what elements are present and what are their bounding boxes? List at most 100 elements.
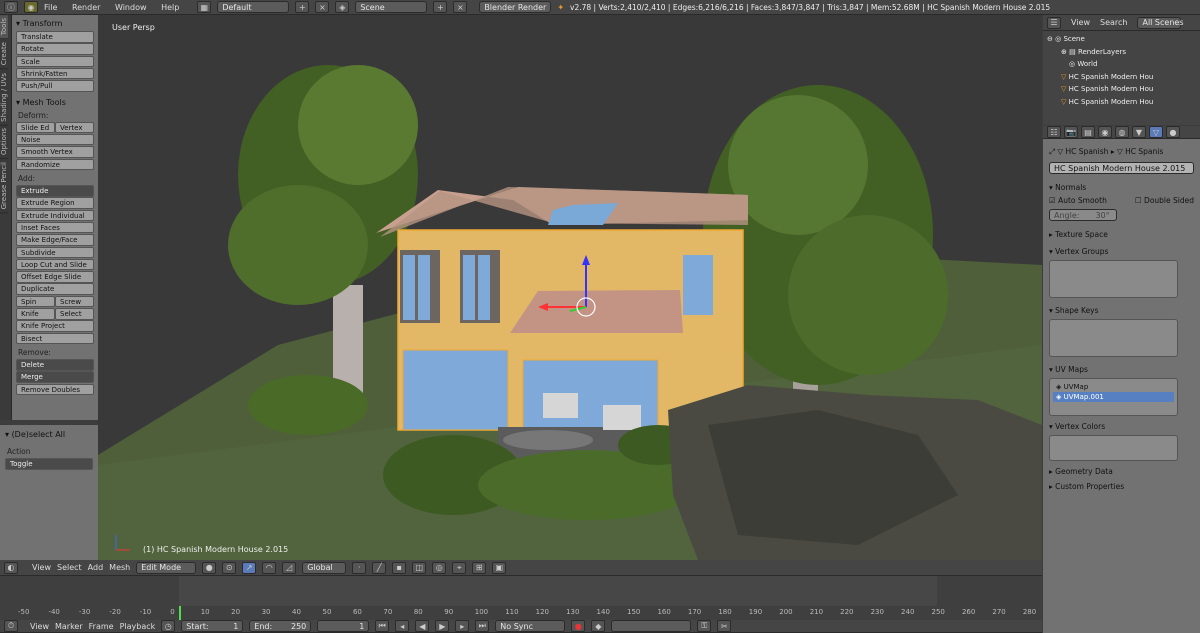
play-reverse-icon[interactable]: ◀ [415,620,430,632]
current-frame-field[interactable]: 1 [317,620,370,632]
insert-key-icon[interactable]: ⚿ [697,620,712,632]
tl-menu-marker[interactable]: Marker [55,622,83,631]
scale-button[interactable]: Scale [16,55,94,68]
play-icon[interactable]: ▶ [435,620,450,632]
select-button[interactable]: Select [55,308,94,320]
editor-type-timeline-icon[interactable]: ⏱ [4,620,18,632]
tl-menu-frame[interactable]: Frame [89,622,114,631]
delete-dropdown[interactable]: Delete [16,359,94,371]
scene-add-icon[interactable]: + [433,1,448,13]
layout-add-icon[interactable]: + [295,1,310,13]
duplicate-button[interactable]: Duplicate [16,283,94,295]
occlude-icon[interactable]: ◫ [412,561,427,574]
operator-title[interactable]: ▾ (De)select All [5,430,93,439]
timeline[interactable]: -50 -40 -30 -20 -10 0 10 20 30 40 50 60 70 80 90 100 110… [0,576,1042,620]
spin-button[interactable]: Spin [16,295,55,308]
geometry-data-header[interactable]: ▸ Geometry Data [1043,465,1200,478]
object-tab-icon[interactable]: ▼ [1132,126,1146,138]
tree-renderlayers[interactable]: ⊕ ▤ RenderLayers [1047,46,1196,59]
uvmap-item-1[interactable]: ◈ UVMap [1053,382,1174,392]
rotate-button[interactable]: Rotate [16,43,94,55]
manipulator-icon[interactable]: ↗ [242,561,257,574]
push-pull-button[interactable]: Push/Pull [16,80,94,92]
prev-key-icon[interactable]: ◂ [395,620,410,632]
tree-object-2[interactable]: ▽ HC Spanish Modern Hou [1047,83,1196,96]
jump-end-icon[interactable]: ⏭ [475,620,490,632]
menu-render[interactable]: Render [72,3,100,12]
outliner-editor-icon[interactable]: ☰ [1047,16,1061,29]
end-frame-field[interactable]: End: 250 [249,620,312,632]
uvmap-item-2[interactable]: ◈ UVMap.001 [1053,392,1174,402]
vertex-colors-list[interactable] [1049,435,1178,461]
layout-field[interactable]: Default [217,1,290,13]
extrude-region-button[interactable]: Extrude Region [16,197,94,209]
props-editor-icon[interactable]: ☷ [1047,126,1061,138]
data-tab-icon[interactable]: ▽ [1149,126,1163,138]
menu-mesh[interactable]: Mesh [109,563,130,572]
slide-edge-button[interactable]: Slide Ed [16,121,55,134]
material-tab-icon[interactable]: ● [1166,126,1180,138]
make-edge-face-button[interactable]: Make Edge/Face [16,234,94,246]
menu-add[interactable]: Add [88,563,104,572]
vertex-colors-header[interactable]: ▾ Vertex Colors [1043,420,1200,433]
knife-button[interactable]: Knife [16,308,55,320]
delete-key-icon[interactable]: ✂ [717,620,732,632]
pivot-icon[interactable]: ⊙ [222,561,237,574]
snap-icon[interactable]: ⌖ [452,561,467,574]
next-key-icon[interactable]: ▸ [455,620,470,632]
menu-view[interactable]: View [32,563,51,572]
start-frame-field[interactable]: Start: 1 [181,620,244,632]
tl-menu-playback[interactable]: Playback [120,622,156,631]
noise-button[interactable]: Noise [16,133,94,146]
outliner-view-menu[interactable]: View [1071,18,1090,27]
record-icon[interactable]: ● [571,620,586,632]
tl-menu-view[interactable]: View [30,622,49,631]
tree-world[interactable]: ◎ World [1047,58,1196,71]
layers-tab-icon[interactable]: ▤ [1081,126,1095,138]
uv-maps-header[interactable]: ▾ UV Maps [1043,363,1200,376]
menu-help[interactable]: Help [161,3,179,12]
shape-keys-header[interactable]: ▾ Shape Keys [1043,304,1200,317]
sync-select[interactable]: No Sync [495,620,566,632]
double-sided-checkbox[interactable]: ☐ Double Sided [1135,196,1194,205]
preview-range-icon[interactable]: ◷ [161,620,176,632]
tab-shading-uvs[interactable]: Shading / UVs [0,69,8,126]
3d-viewport[interactable]: User Persp (1) HC Spanish Modern House 2… [98,15,1042,560]
tree-object-1[interactable]: ▽ HC Spanish Modern Hou [1047,71,1196,84]
snap-target-icon[interactable]: ⊞ [472,561,487,574]
extrude-dropdown[interactable]: Extrude [16,185,94,197]
shrink-fatten-button[interactable]: Shrink/Fatten [16,67,94,80]
layout-close-icon[interactable]: × [315,1,330,13]
scene-icon[interactable]: ◈ [335,1,350,13]
edge-select-icon[interactable]: ╱ [372,561,387,574]
vertex-groups-list[interactable] [1049,260,1178,298]
world-tab-icon[interactable]: ◍ [1115,126,1129,138]
tab-tools[interactable]: Tools [0,15,8,40]
subdivide-button[interactable]: Subdivide [16,246,94,259]
outliner-search-menu[interactable]: Search [1100,18,1127,27]
render-engine-select[interactable]: Blender Render [479,1,552,13]
tab-create[interactable]: Create [0,39,8,70]
screw-button[interactable]: Screw [55,295,94,308]
scene-field[interactable]: Scene [355,1,428,13]
loop-cut-button[interactable]: Loop Cut and Slide [16,258,94,271]
editor-type-icon[interactable]: ⓘ [4,1,18,13]
translate-button[interactable]: Translate [16,31,94,43]
shading-solid-icon[interactable]: ● [202,561,217,574]
proportional-icon[interactable]: ◎ [432,561,447,574]
normals-header[interactable]: ▾ Normals [1043,181,1200,194]
menu-file[interactable]: File [44,3,57,12]
action-select[interactable]: Toggle [5,458,93,470]
orientation-select[interactable]: Global [302,561,347,574]
tree-object-3[interactable]: ▽ HC Spanish Modern Hou [1047,96,1196,109]
auto-smooth-checkbox[interactable]: ☑ Auto Smooth [1049,196,1107,205]
offset-edge-slide-button[interactable]: Offset Edge Slide [16,271,94,283]
merge-dropdown[interactable]: Merge [16,371,94,383]
smooth-vertex-button[interactable]: Smooth Vertex [16,146,94,158]
mode-select[interactable]: Edit Mode [136,561,197,574]
menu-window[interactable]: Window [115,3,147,12]
extrude-individual-button[interactable]: Extrude Individual [16,209,94,222]
inset-faces-button[interactable]: Inset Faces [16,221,94,234]
tab-options[interactable]: Options [0,125,8,160]
scale-manip-icon[interactable]: ◿ [282,561,297,574]
